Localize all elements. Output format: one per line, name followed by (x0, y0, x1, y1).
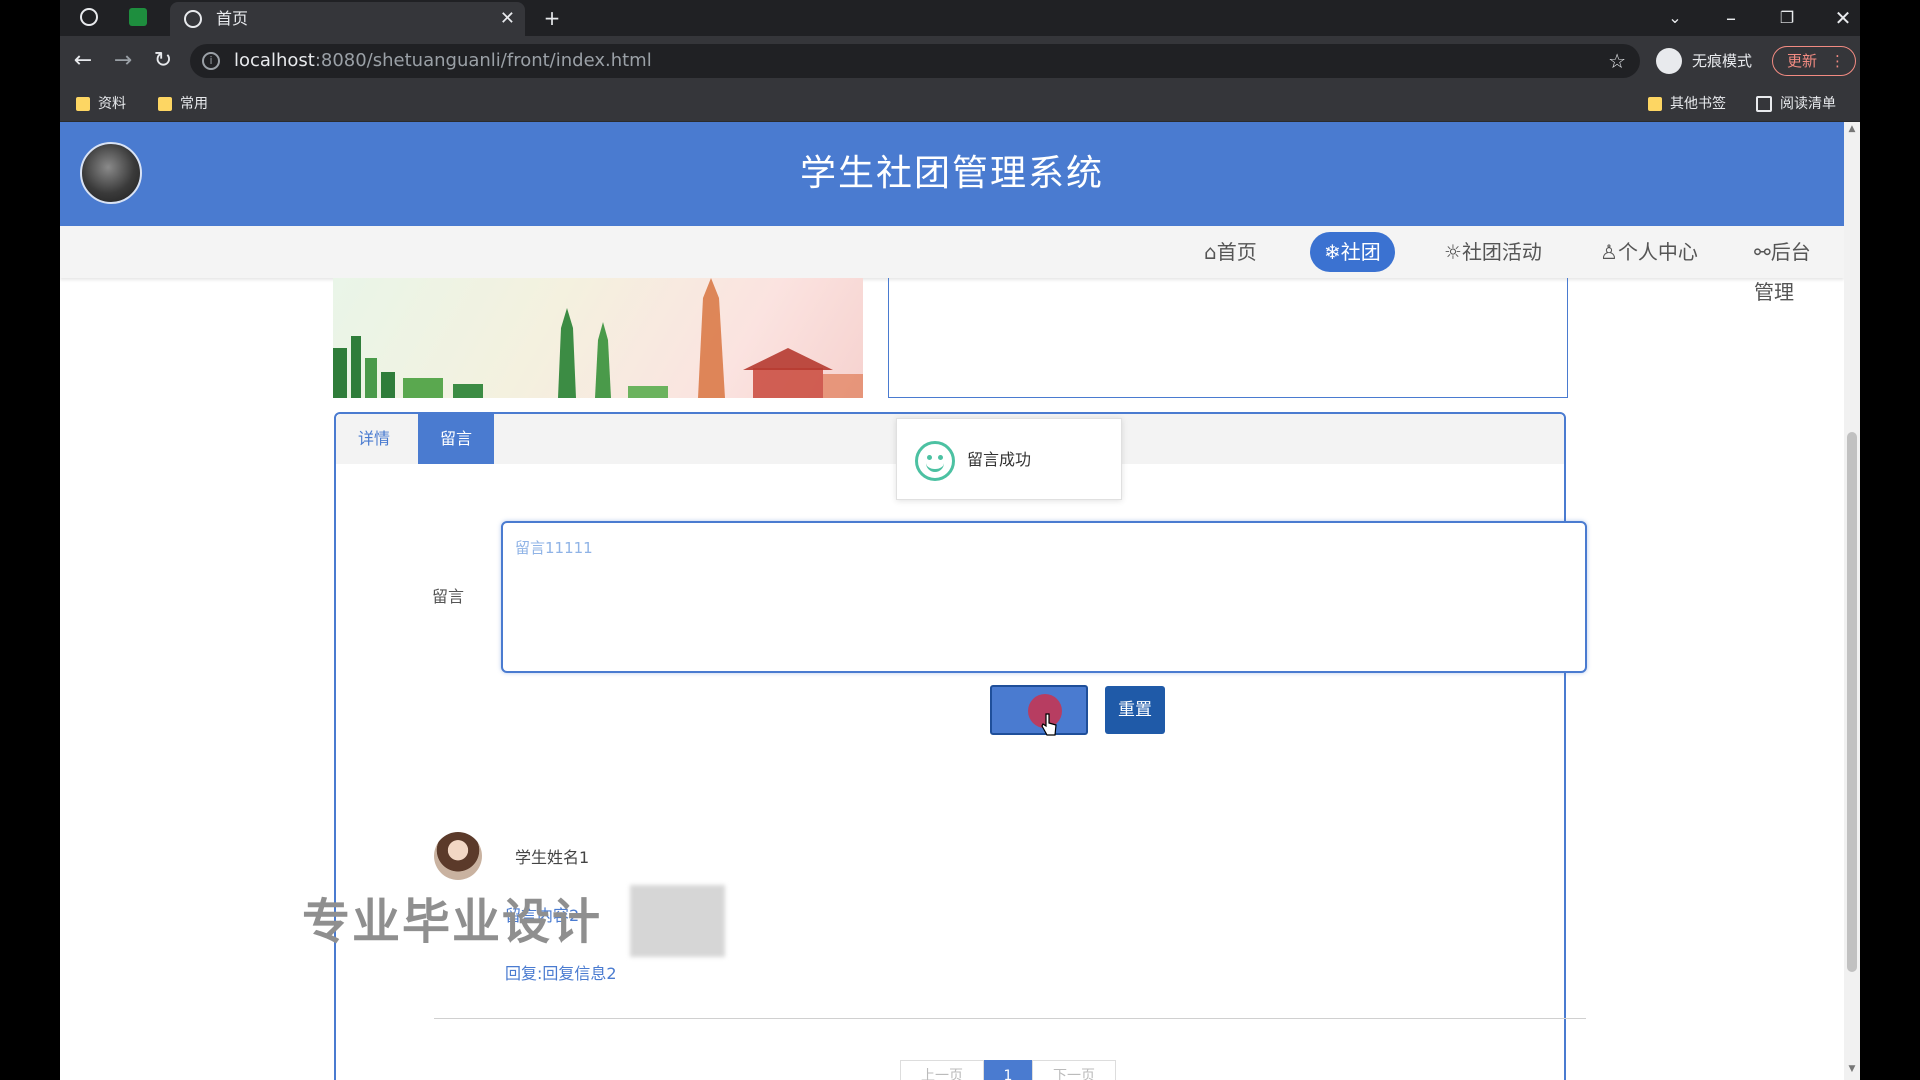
page-scrollbar[interactable]: ▲ ▼ (1844, 122, 1860, 1080)
scroll-up-icon[interactable]: ▲ (1844, 124, 1860, 134)
globe-icon[interactable] (80, 8, 98, 26)
sun-icon: ☼ (1444, 240, 1462, 264)
comment-author: 学生姓名1 (515, 848, 590, 867)
new-tab-icon[interactable]: + (540, 0, 564, 36)
reading-list[interactable]: 阅读清单 (1752, 86, 1836, 122)
blurred-region (630, 885, 725, 957)
nav-club-activities[interactable]: ☼社团活动 (1430, 232, 1556, 272)
page-1-button[interactable]: 1 (984, 1060, 1032, 1080)
user-icon: ♙ (1600, 240, 1618, 264)
nav-personal-center[interactable]: ♙个人中心 (1586, 232, 1712, 272)
folder-icon (1648, 97, 1662, 111)
comment-reply: 回复:回复信息2 (505, 964, 617, 983)
close-window-icon[interactable]: ✕ (1828, 0, 1858, 36)
snowflake-icon: ❄ (1324, 240, 1341, 264)
next-page-button[interactable]: 下一页 (1032, 1060, 1116, 1080)
minimize-icon[interactable]: – (1716, 0, 1746, 36)
url-text[interactable]: localhost:8080/shetuanguanli/front/index… (234, 44, 652, 78)
screen: 首页 ✕ + ⌄ – ❐ ✕ ← → ↻ i localhost:8080/sh… (0, 0, 1920, 1080)
menu-dots-icon: ⋮ (1830, 52, 1845, 70)
club-info-panel (888, 278, 1568, 398)
nav-clubs[interactable]: ❄社团 (1310, 232, 1395, 272)
bookmark-star-icon[interactable]: ☆ (1608, 44, 1626, 78)
smile-icon (915, 441, 955, 481)
tab-strip: 首页 ✕ + ⌄ – ❐ ✕ (60, 0, 1860, 36)
forward-icon[interactable]: → (108, 43, 138, 79)
extension-icon[interactable] (129, 8, 147, 26)
toast-message: 留言成功 (967, 450, 1032, 469)
watermark-text: 专业毕业设计 (302, 894, 603, 950)
scroll-thumb[interactable] (1847, 432, 1857, 972)
tab-title: 首页 (216, 9, 249, 28)
other-bookmarks[interactable]: 其他书签 (1642, 86, 1726, 122)
site-title: 学生社团管理系统 (799, 153, 1104, 194)
reload-icon[interactable]: ↻ (148, 43, 178, 79)
site-nav: ⌂首页 ❄社团 ☼社团活动 ♙个人中心 ⚯后台管理 (60, 226, 1844, 304)
site-header: 学生社团管理系统 (60, 122, 1844, 226)
reset-button[interactable]: 重置 (1105, 686, 1165, 734)
bookmarks-bar: 资料 常用 其他书签 阅读清单 (60, 86, 1860, 122)
site-info-icon[interactable]: i (202, 52, 220, 70)
incognito-icon (1656, 48, 1682, 74)
club-banner-image (333, 278, 863, 398)
folder-icon (76, 97, 90, 111)
tab-details[interactable]: 详情 (336, 414, 412, 464)
bookmark-folder[interactable]: 资料 (70, 86, 126, 122)
tab-close-icon[interactable]: ✕ (500, 2, 515, 36)
back-icon[interactable]: ← (68, 43, 98, 79)
browser-window: 首页 ✕ + ⌄ – ❐ ✕ ← → ↻ i localhost:8080/sh… (60, 0, 1860, 1080)
browser-tab[interactable]: 首页 ✕ (170, 2, 525, 36)
message-label: 留言 (432, 587, 465, 606)
link-icon: ⚯ (1754, 240, 1771, 264)
success-toast: 留言成功 (896, 418, 1122, 500)
nav-home[interactable]: ⌂首页 (1190, 232, 1271, 272)
home-icon: ⌂ (1204, 240, 1217, 264)
tab-messages[interactable]: 留言 (418, 414, 495, 464)
bookmark-folder[interactable]: 常用 (152, 86, 208, 122)
incognito-indicator[interactable]: 无痕模式 (1656, 44, 1752, 78)
restore-icon[interactable]: ❐ (1772, 0, 1802, 36)
scroll-down-icon[interactable]: ▼ (1844, 1064, 1860, 1074)
message-textarea[interactable] (501, 521, 1587, 673)
address-bar[interactable]: i localhost:8080/shetuanguanli/front/ind… (190, 44, 1640, 78)
tab-search-icon[interactable]: ⌄ (1660, 0, 1690, 36)
avatar (434, 832, 482, 880)
prev-page-button[interactable]: 上一页 (900, 1060, 984, 1080)
reading-list-icon (1756, 96, 1772, 112)
city-skyline-illustration (333, 278, 863, 398)
comment-divider (434, 1018, 1586, 1019)
tab-globe-icon (184, 10, 202, 28)
submit-button[interactable] (990, 685, 1088, 736)
browser-toolbar: ← → ↻ i localhost:8080/shetuanguanli/fro… (60, 36, 1860, 86)
nav-admin[interactable]: ⚯后台管理 (1740, 232, 1844, 304)
update-button[interactable]: 更新 ⋮ (1772, 46, 1856, 76)
folder-icon (158, 97, 172, 111)
hand-cursor-icon (1041, 713, 1057, 736)
